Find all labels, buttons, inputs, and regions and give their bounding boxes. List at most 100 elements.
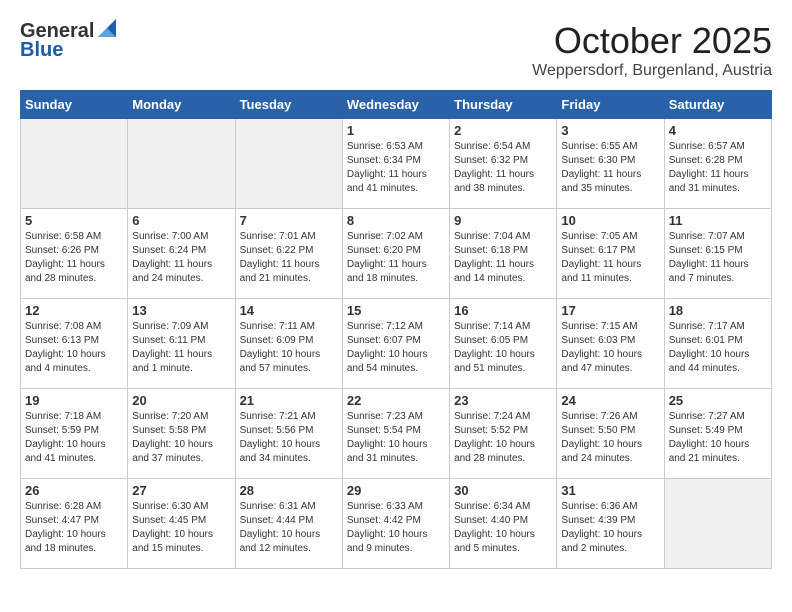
calendar-cell: 8 Sunrise: 7:02 AMSunset: 6:20 PMDaylight… xyxy=(342,209,449,299)
day-number: 18 xyxy=(669,303,767,318)
calendar-cell: 4 Sunrise: 6:57 AMSunset: 6:28 PMDaylight… xyxy=(664,119,771,209)
weekday-header-monday: Monday xyxy=(128,91,235,119)
day-number: 8 xyxy=(347,213,445,228)
day-number: 1 xyxy=(347,123,445,138)
calendar-cell xyxy=(664,479,771,569)
day-info: Sunrise: 7:14 AMSunset: 6:05 PMDaylight:… xyxy=(454,320,552,376)
day-info: Sunrise: 7:26 AMSunset: 5:50 PMDaylight:… xyxy=(561,410,659,466)
day-number: 13 xyxy=(132,303,230,318)
calendar-cell: 3 Sunrise: 6:55 AMSunset: 6:30 PMDaylight… xyxy=(557,119,664,209)
day-info: Sunrise: 7:15 AMSunset: 6:03 PMDaylight:… xyxy=(561,320,659,376)
calendar-cell: 16 Sunrise: 7:14 AMSunset: 6:05 PMDayligh… xyxy=(450,299,557,389)
day-info: Sunrise: 7:18 AMSunset: 5:59 PMDaylight:… xyxy=(25,410,123,466)
day-number: 19 xyxy=(25,393,123,408)
location-title: Weppersdorf, Burgenland, Austria xyxy=(532,62,772,80)
day-info: Sunrise: 6:28 AMSunset: 4:47 PMDaylight:… xyxy=(25,500,123,556)
day-number: 3 xyxy=(561,123,659,138)
day-number: 9 xyxy=(454,213,552,228)
day-number: 5 xyxy=(25,213,123,228)
calendar-cell: 26Sunrise: 6:28 AMSunset: 4:47 PMDayligh… xyxy=(21,479,128,569)
day-info: Sunrise: 6:54 AMSunset: 6:32 PMDaylight:… xyxy=(454,140,552,196)
day-number: 22 xyxy=(347,393,445,408)
title-area: October 2025 Weppersdorf, Burgenland, Au… xyxy=(532,20,772,80)
day-info: Sunrise: 6:57 AMSunset: 6:28 PMDaylight:… xyxy=(669,140,767,196)
calendar-cell xyxy=(21,119,128,209)
month-title: October 2025 xyxy=(532,20,772,62)
calendar-cell: 27Sunrise: 6:30 AMSunset: 4:45 PMDayligh… xyxy=(128,479,235,569)
calendar-cell: 9Sunrise: 7:04 AMSunset: 6:18 PMDaylight… xyxy=(450,209,557,299)
day-number: 20 xyxy=(132,393,230,408)
calendar-week-2: 5 Sunrise: 6:58 AMSunset: 6:26 PMDaylight… xyxy=(21,209,772,299)
day-info: Sunrise: 7:01 AMSunset: 6:22 PMDaylight:… xyxy=(240,230,338,286)
day-info: Sunrise: 6:58 AMSunset: 6:26 PMDaylight:… xyxy=(25,230,123,286)
calendar-cell: 1 Sunrise: 6:53 AMSunset: 6:34 PMDaylight… xyxy=(342,119,449,209)
day-number: 31 xyxy=(561,483,659,498)
day-number: 21 xyxy=(240,393,338,408)
calendar-cell: 20 Sunrise: 7:20 AMSunset: 5:58 PMDayligh… xyxy=(128,389,235,479)
day-number: 12 xyxy=(25,303,123,318)
logo-icon xyxy=(98,19,116,37)
day-number: 6 xyxy=(132,213,230,228)
calendar-cell: 12Sunrise: 7:08 AMSunset: 6:13 PMDayligh… xyxy=(21,299,128,389)
calendar-cell: 10 Sunrise: 7:05 AMSunset: 6:17 PMDayligh… xyxy=(557,209,664,299)
day-info: Sunrise: 7:24 AMSunset: 5:52 PMDaylight:… xyxy=(454,410,552,466)
calendar-cell: 25Sunrise: 7:27 AMSunset: 5:49 PMDayligh… xyxy=(664,389,771,479)
calendar-cell: 29 Sunrise: 6:33 AMSunset: 4:42 PMDayligh… xyxy=(342,479,449,569)
logo-blue: Blue xyxy=(20,39,63,62)
calendar-cell: 24 Sunrise: 7:26 AMSunset: 5:50 PMDayligh… xyxy=(557,389,664,479)
day-info: Sunrise: 6:53 AMSunset: 6:34 PMDaylight:… xyxy=(347,140,445,196)
day-info: Sunrise: 7:05 AMSunset: 6:17 PMDaylight:… xyxy=(561,230,659,286)
day-info: Sunrise: 7:21 AMSunset: 5:56 PMDaylight:… xyxy=(240,410,338,466)
day-number: 30 xyxy=(454,483,552,498)
day-number: 24 xyxy=(561,393,659,408)
day-info: Sunrise: 6:30 AMSunset: 4:45 PMDaylight:… xyxy=(132,500,230,556)
day-number: 11 xyxy=(669,213,767,228)
day-info: Sunrise: 6:33 AMSunset: 4:42 PMDaylight:… xyxy=(347,500,445,556)
day-info: Sunrise: 6:34 AMSunset: 4:40 PMDaylight:… xyxy=(454,500,552,556)
day-info: Sunrise: 6:36 AMSunset: 4:39 PMDaylight:… xyxy=(561,500,659,556)
weekday-header-tuesday: Tuesday xyxy=(235,91,342,119)
calendar-cell: 17 Sunrise: 7:15 AMSunset: 6:03 PMDayligh… xyxy=(557,299,664,389)
weekday-header-thursday: Thursday xyxy=(450,91,557,119)
day-number: 16 xyxy=(454,303,552,318)
calendar-cell: 30 Sunrise: 6:34 AMSunset: 4:40 PMDayligh… xyxy=(450,479,557,569)
calendar-week-3: 12Sunrise: 7:08 AMSunset: 6:13 PMDayligh… xyxy=(21,299,772,389)
day-info: Sunrise: 7:09 AMSunset: 6:11 PMDaylight:… xyxy=(132,320,230,376)
calendar-cell: 18Sunrise: 7:17 AMSunset: 6:01 PMDayligh… xyxy=(664,299,771,389)
day-number: 25 xyxy=(669,393,767,408)
day-number: 2 xyxy=(454,123,552,138)
weekday-header-saturday: Saturday xyxy=(664,91,771,119)
calendar-cell: 2 Sunrise: 6:54 AMSunset: 6:32 PMDaylight… xyxy=(450,119,557,209)
calendar-cell xyxy=(128,119,235,209)
day-number: 28 xyxy=(240,483,338,498)
page-header: General Blue October 2025 Weppersdorf, B… xyxy=(20,20,772,80)
calendar-cell: 21 Sunrise: 7:21 AMSunset: 5:56 PMDayligh… xyxy=(235,389,342,479)
day-number: 10 xyxy=(561,213,659,228)
calendar-cell: 22 Sunrise: 7:23 AMSunset: 5:54 PMDayligh… xyxy=(342,389,449,479)
calendar-week-4: 19 Sunrise: 7:18 AMSunset: 5:59 PMDayligh… xyxy=(21,389,772,479)
day-number: 15 xyxy=(347,303,445,318)
calendar-cell: 28 Sunrise: 6:31 AMSunset: 4:44 PMDayligh… xyxy=(235,479,342,569)
logo: General Blue xyxy=(20,20,116,62)
day-info: Sunrise: 6:31 AMSunset: 4:44 PMDaylight:… xyxy=(240,500,338,556)
day-number: 17 xyxy=(561,303,659,318)
day-number: 4 xyxy=(669,123,767,138)
calendar-cell: 11 Sunrise: 7:07 AMSunset: 6:15 PMDayligh… xyxy=(664,209,771,299)
day-info: Sunrise: 7:11 AMSunset: 6:09 PMDaylight:… xyxy=(240,320,338,376)
day-info: Sunrise: 7:23 AMSunset: 5:54 PMDaylight:… xyxy=(347,410,445,466)
calendar-cell: 13 Sunrise: 7:09 AMSunset: 6:11 PMDayligh… xyxy=(128,299,235,389)
day-info: Sunrise: 7:20 AMSunset: 5:58 PMDaylight:… xyxy=(132,410,230,466)
calendar-cell: 5 Sunrise: 6:58 AMSunset: 6:26 PMDaylight… xyxy=(21,209,128,299)
calendar-cell: 19 Sunrise: 7:18 AMSunset: 5:59 PMDayligh… xyxy=(21,389,128,479)
calendar-cell: 15Sunrise: 7:12 AMSunset: 6:07 PMDayligh… xyxy=(342,299,449,389)
weekday-header-wednesday: Wednesday xyxy=(342,91,449,119)
day-number: 7 xyxy=(240,213,338,228)
day-number: 23 xyxy=(454,393,552,408)
day-info: Sunrise: 7:07 AMSunset: 6:15 PMDaylight:… xyxy=(669,230,767,286)
calendar-table: SundayMondayTuesdayWednesdayThursdayFrid… xyxy=(20,90,772,569)
calendar-week-5: 26Sunrise: 6:28 AMSunset: 4:47 PMDayligh… xyxy=(21,479,772,569)
day-number: 29 xyxy=(347,483,445,498)
calendar-cell: 7 Sunrise: 7:01 AMSunset: 6:22 PMDaylight… xyxy=(235,209,342,299)
day-info: Sunrise: 6:55 AMSunset: 6:30 PMDaylight:… xyxy=(561,140,659,196)
day-info: Sunrise: 7:02 AMSunset: 6:20 PMDaylight:… xyxy=(347,230,445,286)
